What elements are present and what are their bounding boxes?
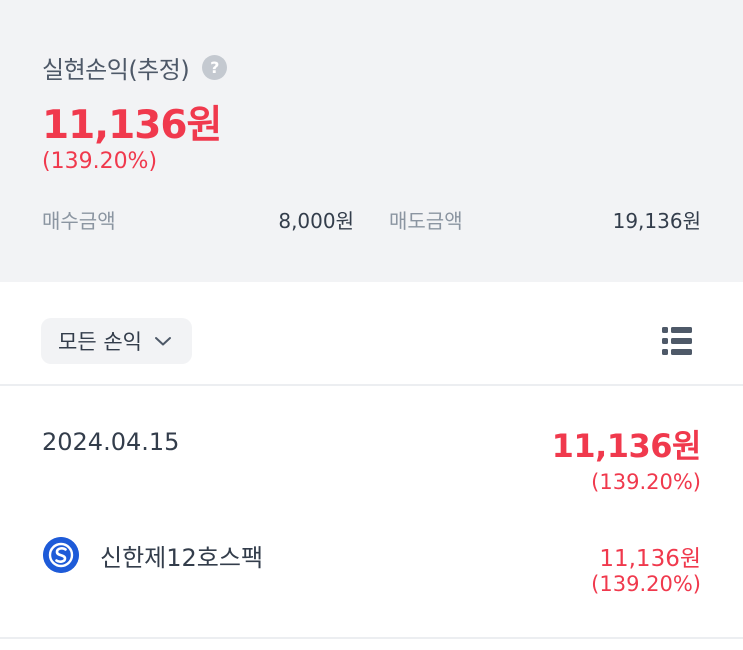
summary-amount: 11,136원 — [42, 103, 222, 148]
stock-pnl-row[interactable]: 신한제12호스팩 11,136원 (139.20%) — [0, 520, 743, 620]
buy-amount-label: 매수금액 — [42, 209, 116, 233]
help-icon[interactable]: ? — [202, 55, 228, 80]
summary-title: 실현손익(추정) ? — [42, 50, 228, 85]
summary-title-label: 실현손익(추정) — [42, 56, 190, 84]
list-view-icon[interactable] — [662, 327, 692, 355]
realized-pnl-summary: 실현손익(추정) ? 11,136원 (139.20%) 매수금액 8,000원… — [0, 0, 743, 282]
buy-amount-value: 8,000원 — [278, 209, 354, 233]
sell-amount-label: 매도금액 — [389, 209, 463, 233]
filter-bar: 모든 손익 — [0, 282, 743, 386]
stock-name: 신한제12호스팩 — [100, 544, 264, 572]
pnl-filter-label: 모든 손익 — [58, 330, 142, 354]
pnl-filter-dropdown[interactable]: 모든 손익 — [41, 318, 192, 364]
trade-date: 2024.04.15 — [42, 428, 180, 456]
day-pnl-amount: 11,136원 — [551, 427, 702, 465]
divider — [0, 637, 743, 639]
shinhan-logo-icon — [43, 537, 79, 573]
sell-amount-value: 19,136원 — [612, 209, 701, 233]
chevron-down-icon — [154, 337, 171, 346]
stock-pnl-rate: (139.20%) — [591, 572, 701, 596]
summary-rate: (139.20%) — [42, 149, 158, 174]
day-pnl-rate: (139.20%) — [591, 470, 701, 494]
stock-pnl-amount: 11,136원 — [599, 546, 701, 572]
